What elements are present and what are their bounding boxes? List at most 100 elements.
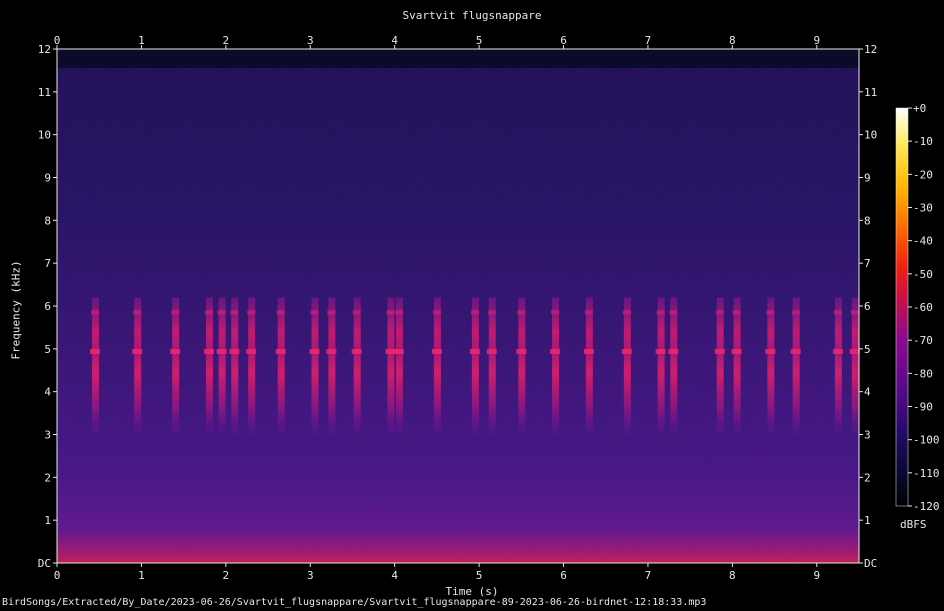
- call-mark: [91, 297, 99, 435]
- x-tick-label-top: 8: [729, 34, 736, 47]
- call-band-upper: [715, 310, 724, 315]
- call-mark: [353, 297, 361, 435]
- y-tick-label-right: 6: [864, 300, 871, 313]
- y-tick-label: 6: [44, 300, 51, 313]
- call-band-main: [849, 348, 860, 354]
- x-tick-label-top: 1: [138, 34, 145, 47]
- call-band-upper: [622, 310, 631, 315]
- call-band-upper: [470, 310, 479, 315]
- call-mark: [433, 297, 441, 435]
- x-tick-label-top: 3: [307, 34, 314, 47]
- y-tick-label: DC: [38, 557, 51, 570]
- call-band-upper: [171, 310, 180, 315]
- y-tick-label-right: 10: [864, 129, 877, 142]
- call-band-upper: [732, 310, 741, 315]
- call-band-upper: [352, 310, 361, 315]
- call-band-main: [229, 348, 240, 354]
- call-band-main: [216, 348, 227, 354]
- call-band-main: [790, 348, 801, 354]
- y-tick-label-right: 7: [864, 257, 871, 270]
- call-mark: [328, 297, 336, 435]
- x-tick-label-top: 9: [813, 34, 820, 47]
- call-band-main: [89, 348, 100, 354]
- colorbar-tick-label: -20: [913, 168, 933, 181]
- call-mark: [585, 297, 593, 435]
- colorbar-tick-label: -50: [913, 268, 933, 281]
- y-tick-label: 1: [44, 514, 51, 527]
- x-tick-label-top: 7: [645, 34, 652, 47]
- colorbar-tick-label: -30: [913, 202, 933, 215]
- call-band-upper: [517, 310, 526, 315]
- call-band-main: [583, 348, 594, 354]
- call-mark: [733, 297, 741, 435]
- call-band-upper: [230, 310, 239, 315]
- y-tick-label: 9: [44, 172, 51, 185]
- call-band-upper: [432, 310, 441, 315]
- y-tick-label-right: 12: [864, 43, 877, 56]
- colorbar-tick-label: +0: [913, 102, 926, 115]
- colorbar-tick-label: -40: [913, 235, 933, 248]
- call-mark: [552, 297, 560, 435]
- call-band-main: [832, 348, 843, 354]
- call-band-main: [469, 348, 480, 354]
- y-tick-label-right: DC: [864, 557, 877, 570]
- x-tick-label: 7: [645, 569, 652, 582]
- call-band-main: [393, 348, 404, 354]
- call-band-main: [714, 348, 725, 354]
- y-tick-label-right: 2: [864, 471, 871, 484]
- call-band-upper: [833, 310, 842, 315]
- call-band-upper: [551, 310, 560, 315]
- colorbar-tick-label: -110: [913, 467, 940, 480]
- call-band-upper: [394, 310, 403, 315]
- call-mark: [716, 297, 724, 435]
- x-tick-label: 2: [223, 569, 230, 582]
- call-band-main: [351, 348, 362, 354]
- x-tick-label: 4: [391, 569, 398, 582]
- call-band-main: [621, 348, 632, 354]
- call-mark: [231, 297, 239, 435]
- call-band-main: [246, 348, 257, 354]
- call-mark: [471, 297, 479, 435]
- y-tick-label-right: 8: [864, 214, 871, 227]
- call-mark: [172, 297, 180, 435]
- call-mark: [218, 297, 226, 435]
- call-mark: [277, 297, 285, 435]
- call-band-upper: [276, 310, 285, 315]
- x-tick-label: 3: [307, 569, 314, 582]
- y-tick-label-right: 9: [864, 172, 871, 185]
- call-band-upper: [766, 310, 775, 315]
- colorbar-ticks: +0 -10 -20 -30 -40 -50 -60 -70 -80 -90 -100 -110 -12…: [908, 102, 940, 513]
- x-tick-label-top: 5: [476, 34, 483, 47]
- colorbar-tick-label: -70: [913, 334, 933, 347]
- call-band-upper: [90, 310, 99, 315]
- colorbar-tick-label: -120: [913, 500, 940, 513]
- call-band-upper: [310, 310, 319, 315]
- call-mark: [311, 297, 319, 435]
- call-band-main: [668, 348, 679, 354]
- call-mark: [623, 297, 631, 435]
- y-tick-label: 3: [44, 429, 51, 442]
- colorbar-tick-label: -100: [913, 434, 940, 447]
- call-band-upper: [850, 310, 859, 315]
- call-band-upper: [386, 310, 395, 315]
- call-mark: [657, 297, 665, 435]
- x-tick-label-top: 0: [54, 34, 61, 47]
- call-band-main: [203, 348, 214, 354]
- y-tick-label-right: 11: [864, 86, 877, 99]
- call-band-upper: [133, 310, 142, 315]
- y-tick-label: 8: [44, 214, 51, 227]
- y-axis-label: Frequency (kHz): [9, 260, 23, 360]
- call-mark: [792, 297, 800, 435]
- x-tick-label: 8: [729, 569, 736, 582]
- colorbar: [895, 107, 909, 507]
- chart-title: Svartvit flugsnappare: [402, 9, 542, 22]
- y-tick-label-right: 1: [864, 514, 871, 527]
- x-tick-label: 9: [813, 569, 820, 582]
- x-tick-label-top: 4: [391, 34, 398, 47]
- call-band-main: [275, 348, 286, 354]
- call-band-upper: [247, 310, 256, 315]
- y-tick-label-right: 5: [864, 343, 871, 356]
- file-path: BirdSongs/Extracted/By_Date/2023-06-26/S…: [2, 597, 707, 608]
- y-tick-label: 11: [38, 86, 51, 99]
- call-band-main: [765, 348, 776, 354]
